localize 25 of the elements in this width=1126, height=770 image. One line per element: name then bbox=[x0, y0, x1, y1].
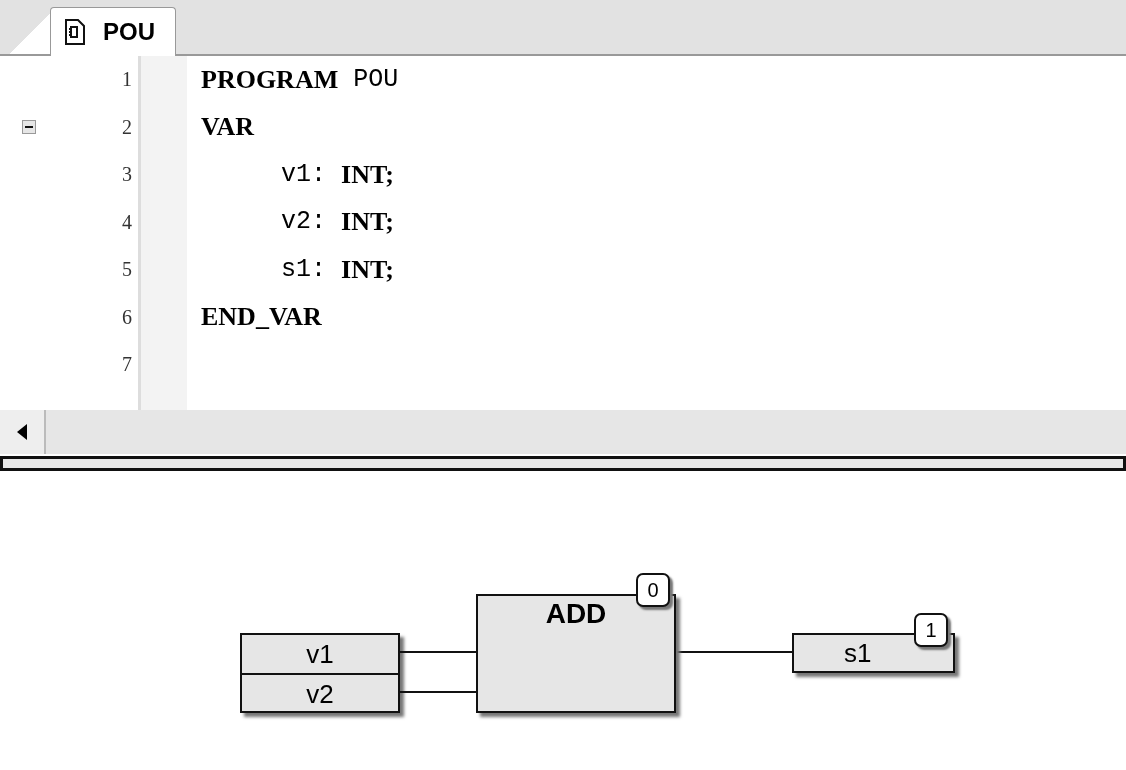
line-number: 6 bbox=[121, 305, 132, 329]
execution-order-badge: 0 bbox=[636, 573, 670, 607]
editor-tab[interactable]: POU bbox=[50, 7, 176, 56]
line-number: 4 bbox=[121, 210, 132, 234]
line-number: 2 bbox=[121, 115, 132, 139]
code-text: s1: bbox=[281, 254, 326, 285]
variable-name: s1 bbox=[844, 637, 872, 669]
code-keyword: PROGRAM bbox=[201, 64, 339, 95]
code-text: v2: bbox=[281, 207, 326, 238]
line-number: 7 bbox=[121, 353, 132, 377]
execution-order-badge: 1 bbox=[914, 613, 948, 647]
line-number: 1 bbox=[121, 68, 132, 92]
code-text: v1: bbox=[281, 159, 326, 190]
code-keyword: VAR bbox=[201, 112, 254, 143]
code-text: POU bbox=[353, 64, 399, 95]
line-number: 5 bbox=[121, 258, 132, 282]
code-keyword: INT; bbox=[341, 159, 394, 190]
line-number: 3 bbox=[121, 163, 132, 187]
variable-name: v2 bbox=[242, 673, 398, 713]
block-title: ADD bbox=[545, 598, 607, 631]
variable-name: v1 bbox=[305, 638, 335, 671]
code-keyword: END_VAR bbox=[201, 302, 322, 333]
code-keyword: INT; bbox=[341, 254, 394, 285]
code-keyword: INT; bbox=[341, 207, 394, 238]
input-variables-box[interactable]: v1 v2 bbox=[240, 633, 400, 713]
